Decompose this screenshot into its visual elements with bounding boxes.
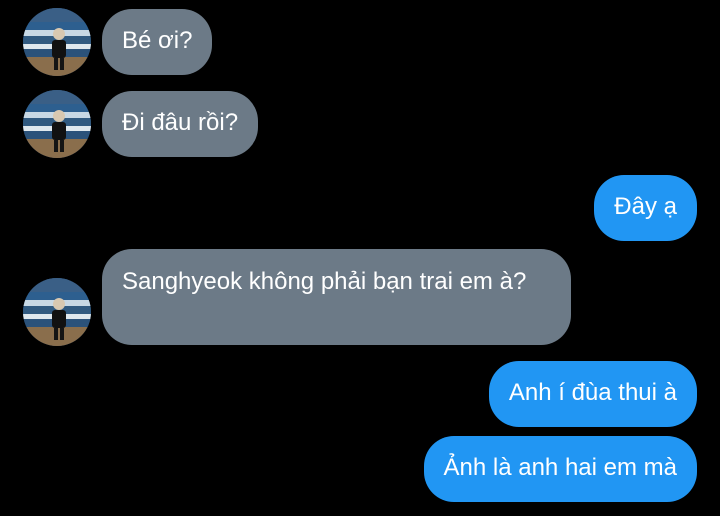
incoming-message-bubble[interactable]: Bé ơi?	[102, 9, 213, 75]
contact-avatar[interactable]	[23, 278, 91, 346]
contact-avatar[interactable]	[23, 90, 91, 158]
message-text: Đi đâu rồi?	[122, 109, 239, 136]
outgoing-message-bubble[interactable]: Anh í đùa thui à	[488, 361, 697, 427]
message-text: Ảnh là anh hai em mà	[443, 454, 677, 481]
message-text: Anh í đùa thui à	[508, 379, 677, 406]
outgoing-message-bubble[interactable]: Ảnh là anh hai em mà	[423, 436, 697, 502]
incoming-message-bubble[interactable]: Đi đâu rồi?	[102, 91, 259, 157]
message-text: Sanghyeok không phải bạn trai em à?	[122, 268, 527, 295]
beach-photo-avatar	[23, 8, 91, 76]
incoming-message-bubble[interactable]: Sanghyeok không phải bạn trai em à?	[102, 249, 571, 345]
beach-photo-avatar	[23, 90, 91, 158]
message-text: Bé ơi?	[122, 27, 193, 54]
message-text: Đây ạ	[614, 193, 677, 220]
beach-photo-avatar	[23, 278, 91, 346]
contact-avatar[interactable]	[23, 8, 91, 76]
outgoing-message-bubble[interactable]: Đây ạ	[594, 175, 697, 241]
